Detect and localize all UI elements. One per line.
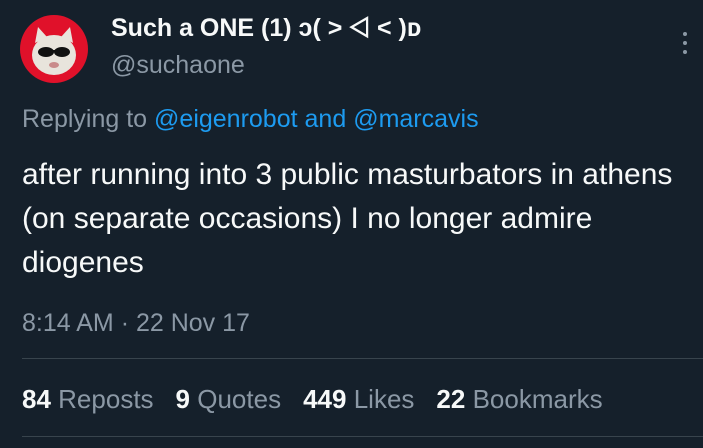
more-options-icon[interactable] [679, 30, 691, 56]
likes-stat[interactable]: 449 Likes [303, 384, 414, 415]
dot [683, 50, 687, 54]
quotes-label: Quotes [197, 384, 282, 414]
reposts-stat[interactable]: 84 Reposts [22, 384, 154, 415]
timestamp[interactable]: 8:14 AM · 22 Nov 17 [22, 309, 250, 338]
quotes-stat[interactable]: 9 Quotes [176, 384, 282, 415]
avatar[interactable] [20, 15, 88, 83]
reposts-count: 84 [22, 384, 51, 414]
divider [22, 436, 703, 437]
likes-count: 449 [303, 384, 347, 414]
display-name[interactable]: Such a ONE (1) ɔ( ˃ ⨞ ˂ )ᴅ [111, 14, 421, 43]
mention-link-2[interactable]: @marcavis [353, 105, 478, 133]
dot [683, 41, 687, 45]
cat-sunglasses-icon [32, 27, 76, 75]
user-handle[interactable]: @suchaone [111, 51, 245, 80]
bookmarks-label: Bookmarks [472, 384, 603, 414]
time: 8:14 AM [22, 309, 114, 337]
date: 22 Nov 17 [135, 309, 250, 337]
bookmarks-count: 22 [436, 384, 466, 414]
mention-and: and [304, 105, 347, 133]
replying-prefix: Replying to [22, 105, 148, 133]
divider [22, 358, 703, 359]
mention-link-1[interactable]: @eigenrobot [154, 105, 298, 133]
engagement-stats: 84 Reposts 9 Quotes 449 Likes 22 Bookmar… [22, 384, 603, 415]
dot [683, 32, 687, 36]
replying-to-line: Replying to @eigenrobot and @marcavis [22, 105, 479, 134]
likes-label: Likes [353, 384, 415, 414]
bookmarks-stat[interactable]: 22 Bookmarks [436, 384, 602, 415]
separator: · [120, 309, 130, 337]
tweet-text: after running into 3 public masturbators… [22, 158, 673, 279]
reposts-label: Reposts [58, 384, 154, 414]
quotes-count: 9 [175, 384, 191, 414]
